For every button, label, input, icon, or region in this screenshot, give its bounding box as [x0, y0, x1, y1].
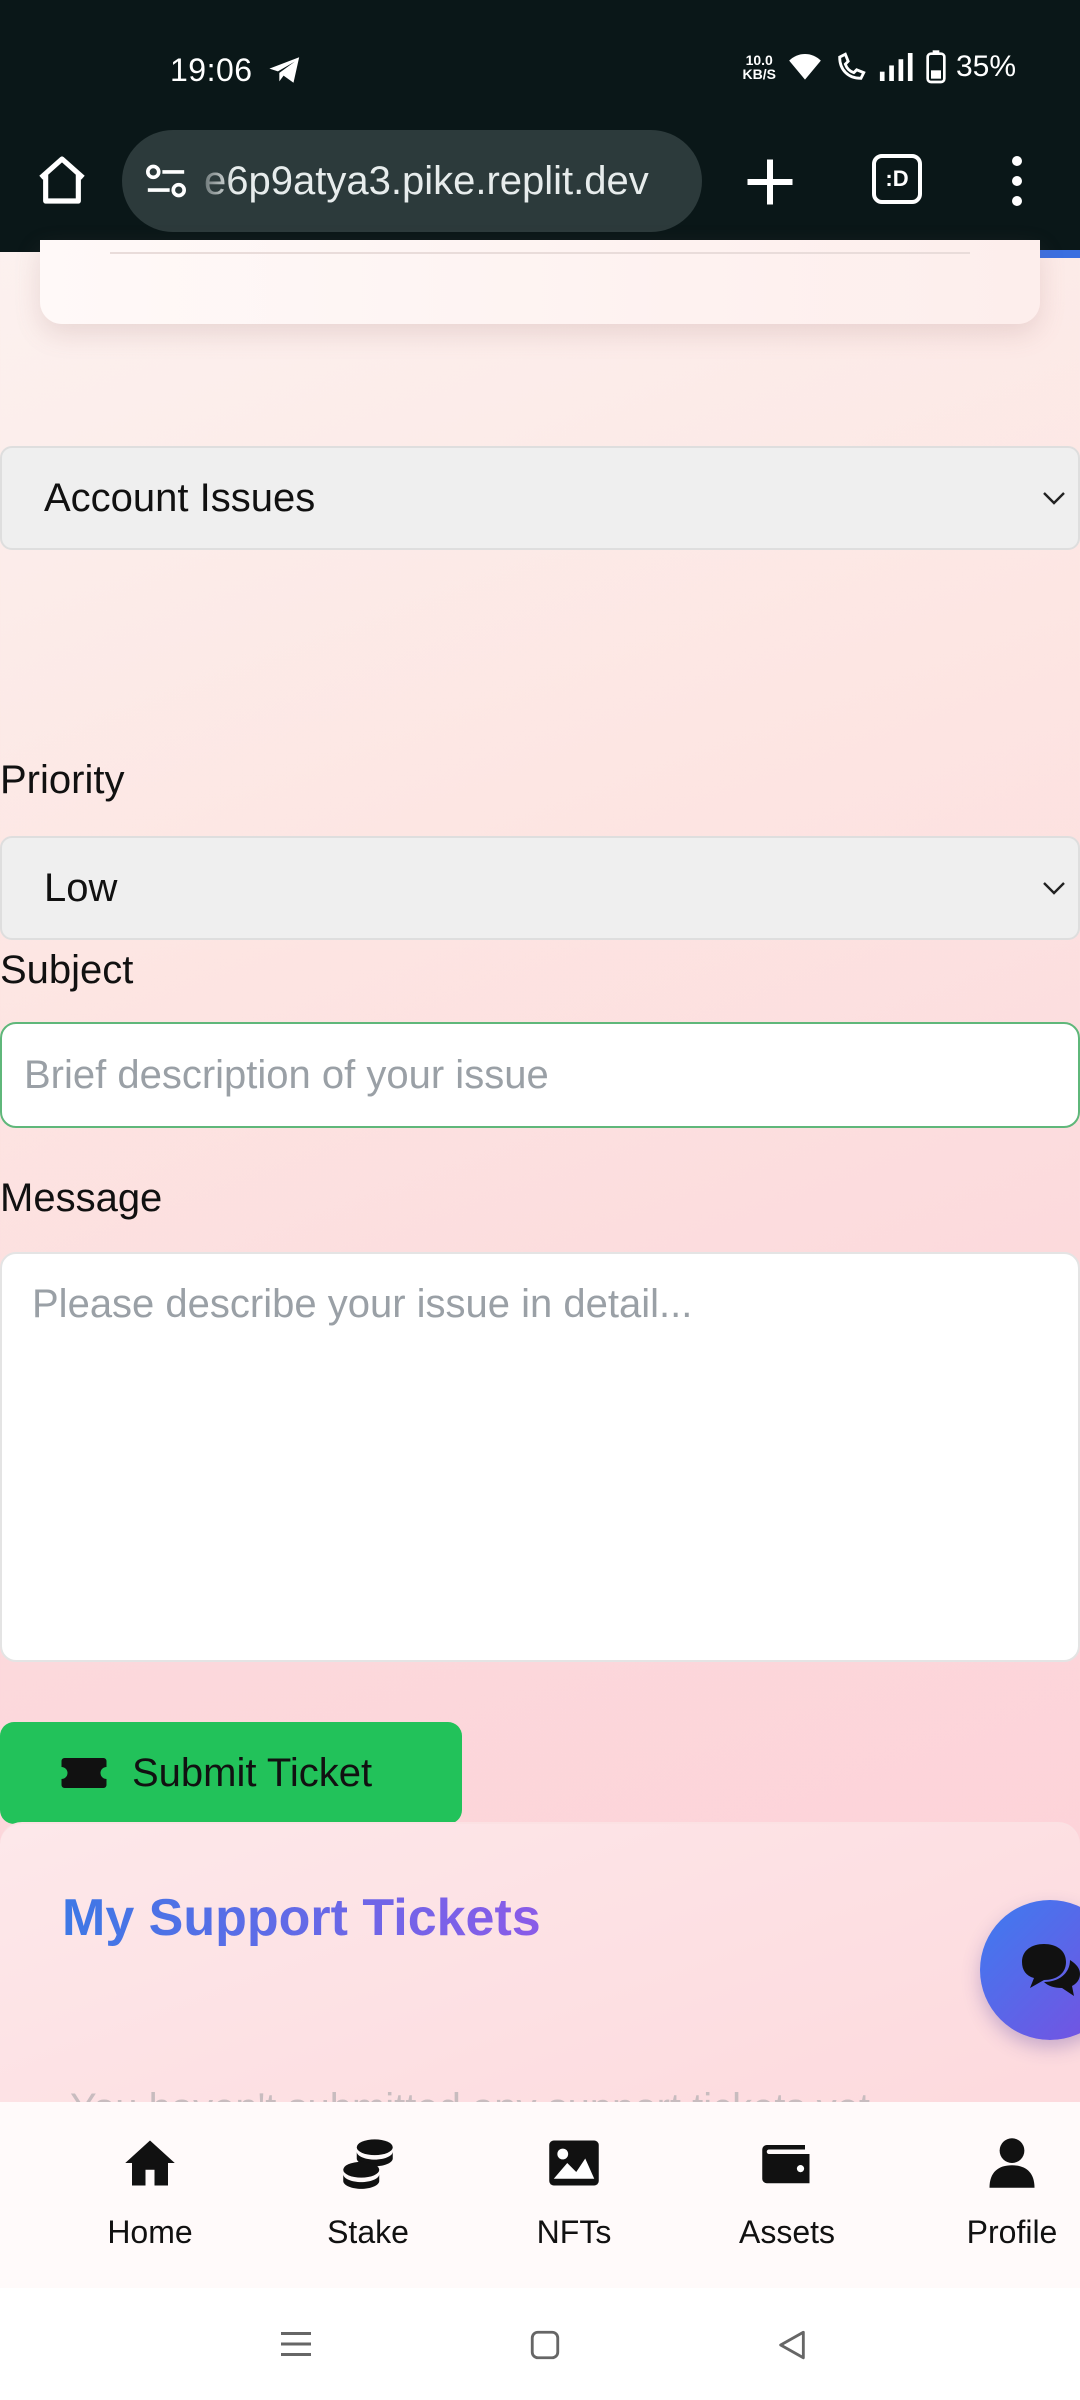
chat-icon — [1022, 1944, 1080, 1996]
message-placeholder: Please describe your issue in detail... — [32, 1282, 693, 1326]
signal-icon — [879, 53, 913, 81]
info-card-bottom — [40, 240, 1040, 324]
tab-switcher-button[interactable]: :D — [872, 154, 922, 204]
nav-item-nfts[interactable]: NFTs — [484, 2102, 664, 2288]
telegram-icon — [269, 57, 300, 83]
status-icons: 10.0 KB/S 35% — [742, 50, 1016, 84]
priority-select[interactable]: Low — [0, 836, 1080, 940]
nav-label: Assets — [738, 2214, 836, 2250]
browser-toolbar: e6p9atya3.pike.replit.dev :D — [0, 122, 1080, 252]
home-icon — [125, 2140, 175, 2186]
status-time: 19:06 — [170, 52, 253, 88]
home-button-icon[interactable] — [34, 152, 90, 208]
nav-label: Home — [107, 2214, 193, 2250]
support-tickets-title: My Support Tickets — [62, 1889, 541, 1947]
wifi-icon — [789, 54, 821, 80]
chevron-down-icon — [1043, 492, 1065, 505]
battery-icon — [926, 50, 946, 84]
user-icon — [989, 2138, 1035, 2188]
submit-ticket-button[interactable]: Submit Ticket — [0, 1722, 462, 1824]
url-text[interactable]: e6p9atya3.pike.replit.dev — [204, 159, 649, 204]
image-icon — [549, 2140, 599, 2186]
ticket-icon — [61, 1758, 107, 1788]
net-speed: 10.0 KB/S — [742, 52, 776, 82]
nav-item-profile[interactable]: Profile — [922, 2102, 1080, 2288]
battery-percent: 35% — [955, 50, 1016, 83]
nav-item-home[interactable]: Home — [60, 2102, 240, 2288]
back-icon[interactable] — [774, 2328, 810, 2362]
nav-label: Stake — [327, 2214, 409, 2250]
coins-icon — [343, 2139, 393, 2189]
message-textarea[interactable]: Please describe your issue in detail... — [0, 1252, 1080, 1662]
site-settings-icon[interactable] — [144, 161, 188, 201]
category-select-value: Account Issues — [44, 475, 316, 520]
home-nav-icon[interactable] — [528, 2328, 562, 2362]
system-navigation-bar — [0, 2288, 1080, 2400]
priority-select-value: Low — [44, 865, 118, 910]
nav-label: NFTs — [536, 2214, 612, 2250]
address-bar[interactable]: e6p9atya3.pike.replit.dev — [122, 130, 702, 232]
submit-ticket-label: Submit Ticket — [132, 1750, 373, 1795]
chevron-down-icon — [1043, 882, 1065, 895]
subject-label: Subject — [0, 948, 134, 992]
status-bar: 19:06 10.0 KB/S 35% — [0, 0, 1080, 140]
wallet-icon — [762, 2145, 810, 2184]
recents-icon[interactable] — [278, 2328, 314, 2360]
browser-menu-icon[interactable] — [1002, 150, 1032, 214]
divider — [110, 252, 970, 254]
category-select[interactable]: Account Issues — [0, 446, 1080, 550]
support-tickets-card: My Support Tickets You haven't submitted… — [0, 1822, 1080, 2130]
subject-placeholder: Brief description of your issue — [24, 1052, 549, 1097]
nav-label: Profile — [966, 2214, 1058, 2250]
message-label: Message — [0, 1176, 163, 1220]
wifi-calling-icon — [838, 52, 866, 80]
subject-input[interactable]: Brief description of your issue — [0, 1022, 1080, 1128]
nav-item-assets[interactable]: Assets — [697, 2102, 877, 2288]
priority-label: Priority — [0, 758, 125, 802]
nav-item-stake[interactable]: Stake — [278, 2102, 458, 2288]
bottom-navigation: Home Stake NFTs Assets Profile — [0, 2102, 1080, 2288]
new-tab-icon[interactable] — [740, 152, 800, 212]
